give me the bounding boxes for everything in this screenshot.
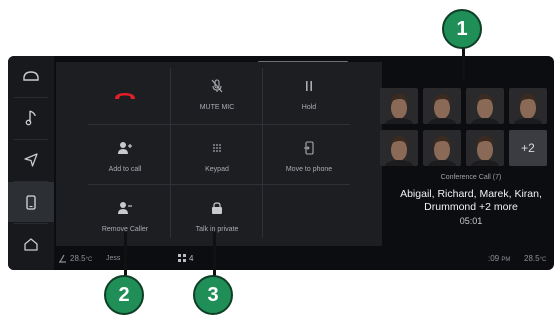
phone-icon[interactable]	[8, 182, 54, 222]
callout-leader-line	[213, 232, 216, 278]
callout-badge-1: 1	[442, 9, 482, 49]
callout-leader-line	[124, 232, 127, 278]
call-timer: 05:01	[459, 216, 483, 226]
callout-badge-2: 2	[104, 275, 144, 315]
status-bar: 28.5°C Jess 4 :09 PM 28.5°C	[56, 248, 554, 270]
participant-grid: +2	[378, 88, 550, 168]
temperature-right[interactable]: 28.5°C	[524, 254, 546, 263]
add-to-call-button[interactable]: Add to call	[82, 128, 168, 184]
seat-heat-icon[interactable]	[58, 254, 67, 265]
mute-mic-label: MUTE MIC	[199, 104, 235, 111]
add-to-call-label: Add to call	[108, 166, 142, 173]
hold-button[interactable]: Hold	[266, 66, 352, 122]
pause-icon	[266, 78, 352, 94]
talk-in-private-button[interactable]: Talk in private	[174, 188, 260, 244]
hold-label: Hold	[301, 104, 317, 111]
participant-avatar[interactable]	[423, 88, 461, 124]
left-rail	[8, 56, 54, 270]
conference-call-label: Conference Call (7)	[440, 174, 502, 181]
grid-divider	[262, 68, 263, 238]
callout-leader-line	[462, 44, 465, 80]
navigation-icon[interactable]	[8, 140, 54, 180]
participant-names: Abigail, Richard, Marek, Kiran, Drummond…	[388, 188, 554, 214]
private-call-icon	[174, 200, 260, 216]
add-person-icon	[82, 140, 168, 156]
participant-avatar[interactable]	[380, 130, 418, 166]
home-icon[interactable]	[8, 224, 54, 264]
participant-names-line: Abigail, Richard, Marek, Kiran,	[400, 188, 542, 200]
grid-divider	[170, 68, 171, 238]
keypad-label: Keypad	[205, 166, 229, 173]
mic-off-icon	[174, 78, 260, 94]
callout-badge-3: 3	[193, 275, 233, 315]
hang-up-icon	[82, 88, 168, 104]
participant-names-line: Drummond +2 more	[424, 201, 518, 213]
mute-mic-button[interactable]: MUTE MIC	[174, 66, 260, 122]
participant-avatar[interactable]	[466, 130, 504, 166]
participant-avatar[interactable]	[380, 88, 418, 124]
participant-avatar[interactable]	[509, 88, 547, 124]
user-name[interactable]: Jess	[106, 255, 120, 262]
move-to-phone-button[interactable]: Move to phone	[266, 128, 352, 184]
temperature-left[interactable]: 28.5°C	[70, 254, 92, 263]
hang-up-button[interactable]	[82, 66, 168, 122]
apps-grid-icon[interactable]	[178, 254, 186, 264]
keypad-button[interactable]: Keypad	[174, 128, 260, 184]
infotainment-screen: MUTE MIC Hold Add to call Keypad Move to…	[8, 56, 554, 270]
apps-count: 4	[189, 254, 194, 263]
talk-in-private-label: Talk in private	[195, 226, 239, 233]
participant-avatar[interactable]	[466, 88, 504, 124]
move-to-phone-icon	[266, 140, 352, 156]
remove-person-icon	[82, 200, 168, 216]
participant-avatar[interactable]	[423, 130, 461, 166]
grid-divider	[88, 184, 350, 185]
call-controls-panel: MUTE MIC Hold Add to call Keypad Move to…	[56, 62, 382, 246]
more-participants-button[interactable]: +2	[509, 130, 547, 166]
keypad-icon	[174, 140, 260, 156]
car-icon[interactable]	[8, 56, 54, 96]
music-note-icon[interactable]	[8, 98, 54, 138]
grid-divider	[88, 124, 350, 125]
move-to-phone-label: Move to phone	[285, 166, 333, 173]
clock: :09 PM	[488, 254, 511, 263]
